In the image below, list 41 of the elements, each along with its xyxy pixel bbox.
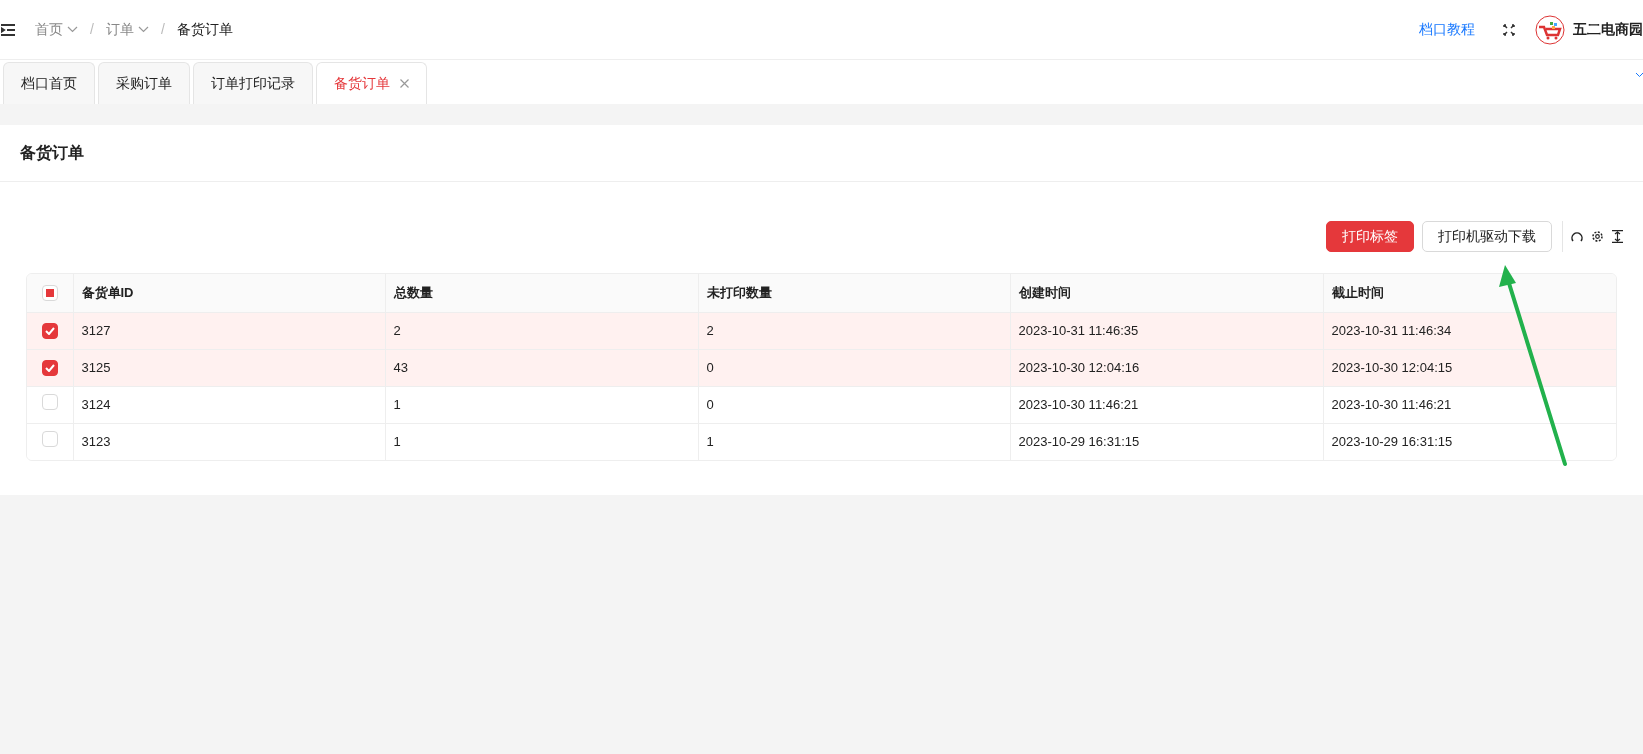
table-cell: 3123 (73, 423, 385, 460)
table-cell: 1 (385, 423, 698, 460)
column-header: 截止时间 (1323, 274, 1616, 312)
check-icon (44, 363, 55, 372)
tutorial-link[interactable]: 档口教程 (1419, 19, 1475, 40)
breadcrumb-item[interactable]: 订单 (105, 19, 149, 40)
tab[interactable]: 订单打印记录 (193, 62, 313, 104)
check-icon (44, 326, 55, 335)
table-cell: 2023-10-30 11:46:21 (1323, 386, 1616, 423)
action-button[interactable]: 打印机驱动下载 (1422, 221, 1552, 252)
menu-fold-icon[interactable] (1, 23, 15, 36)
tab[interactable]: 档口首页 (3, 62, 95, 104)
breadcrumb-item[interactable]: 备货订单 (176, 19, 233, 40)
table-cell: 2023-10-29 16:31:15 (1323, 423, 1616, 460)
checkbox[interactable] (41, 359, 58, 376)
chevron-icon[interactable] (1636, 72, 1643, 78)
page-title: 备货订单 (20, 143, 84, 164)
avatar-icon[interactable] (1535, 14, 1565, 45)
table-cell: 2023-10-31 11:46:34 (1323, 312, 1616, 349)
close-icon[interactable] (400, 79, 409, 88)
column-height-icon[interactable] (1612, 230, 1623, 243)
fullscreen-icon[interactable] (1503, 23, 1515, 36)
table-row[interactable]: 3125 43 0 2023-10-30 12:04:16 2023-10-30 12:04:15 (27, 349, 1616, 386)
table-cell: 2023-10-30 12:04:15 (1323, 349, 1616, 386)
action-button[interactable]: 打印标签 (1326, 221, 1414, 252)
settings-icon[interactable] (1591, 230, 1604, 243)
breadcrumb-separator: / (90, 20, 94, 39)
table-cell: 1 (698, 423, 1010, 460)
breadcrumb-separator: / (160, 20, 165, 39)
table-row[interactable]: 3124 1 0 2023-10-30 11:46:21 2023-10-30 11:46:21 (27, 386, 1616, 423)
user-name[interactable]: 五二电商园 (1573, 19, 1643, 40)
table-cell: 2023-10-29 16:31:15 (1010, 423, 1323, 460)
table-row[interactable]: 3127 2 2 2023-10-31 11:46:35 2023-10-31 11:46:34 (27, 312, 1616, 349)
table-row[interactable]: 3123 1 1 2023-10-29 16:31:15 2023-10-29 16:31:15 (27, 423, 1616, 460)
tab[interactable]: 备货订单 (316, 62, 427, 104)
tab[interactable]: 采购订单 (98, 62, 190, 104)
chevron-down-icon[interactable] (137, 26, 149, 33)
checkbox[interactable] (41, 322, 58, 339)
chevron-down-icon[interactable] (67, 26, 78, 33)
breadcrumb-item[interactable]: 首页 (35, 19, 78, 40)
refresh-icon[interactable] (1571, 230, 1583, 243)
